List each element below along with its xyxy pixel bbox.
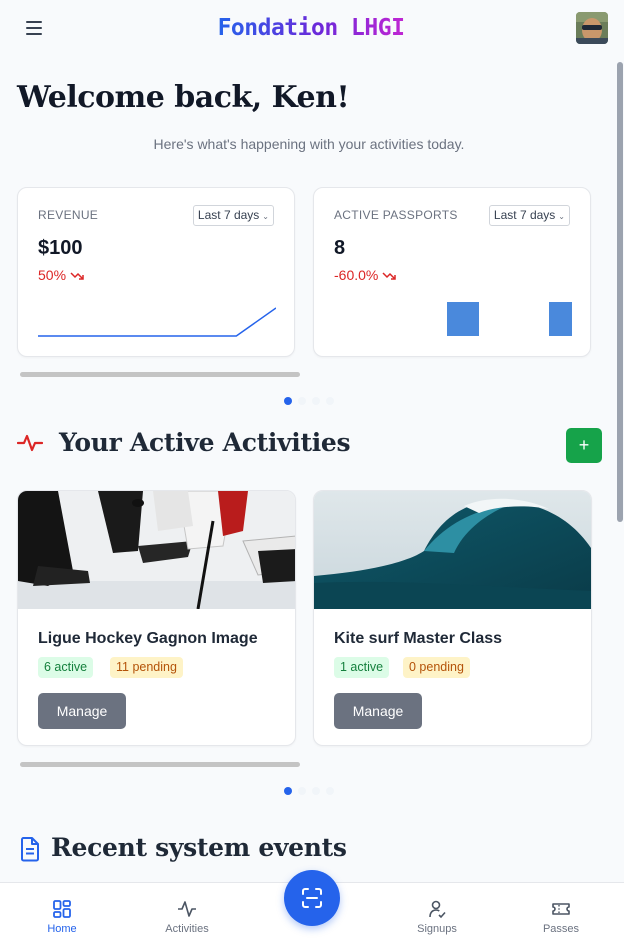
period-select[interactable]: Last 7 days ⌄: [192, 205, 274, 226]
passports-card: ACTIVE PASSPORTS Last 7 days ⌄ 8 -60.0%: [313, 187, 591, 357]
revenue-line-chart: [38, 307, 276, 337]
section-title-events: Recent system events: [51, 833, 347, 862]
qr-scan-icon: [302, 888, 322, 908]
stat-value: $100: [38, 237, 83, 259]
passports-bar-chart: [447, 302, 572, 336]
active-badge: 1 active: [334, 657, 390, 678]
hamburger-menu-icon[interactable]: [26, 18, 46, 38]
carousel-dot[interactable]: [326, 787, 334, 795]
nav-label: Passes: [542, 923, 580, 935]
chevron-down-icon: ⌄: [262, 212, 269, 221]
hockey-image: [18, 491, 295, 609]
add-activity-button[interactable]: +: [566, 428, 602, 463]
carousel-dot[interactable]: [312, 397, 320, 405]
trend-down-icon: [382, 272, 396, 281]
top-bar: Fondation LHGI: [0, 0, 624, 56]
page-title: Welcome back, Ken!: [17, 80, 350, 115]
nav-label: Signups: [417, 923, 457, 935]
stat-value: 8: [334, 237, 346, 259]
trend-down-icon: [70, 272, 84, 281]
carousel-dot[interactable]: [326, 397, 334, 405]
wave-image: [314, 491, 591, 609]
nav-passes[interactable]: Passes: [521, 899, 601, 935]
stat-change: 50%: [38, 267, 84, 283]
scan-button[interactable]: [284, 870, 340, 926]
avatar[interactable]: [576, 12, 608, 44]
stats-carousel-scrollbar[interactable]: [20, 372, 300, 377]
stat-label: REVENUE: [38, 208, 99, 222]
nav-home[interactable]: Home: [22, 899, 102, 935]
dashboard-grid-icon: [53, 900, 71, 918]
activities-carousel-dots[interactable]: [0, 787, 618, 795]
nav-label: Activities: [165, 923, 209, 935]
ticket-icon: [552, 903, 570, 915]
stat-label: ACTIVE PASSPORTS: [334, 208, 458, 222]
passport-bar: [549, 302, 572, 336]
document-icon: [21, 837, 39, 862]
carousel-dot[interactable]: [298, 397, 306, 405]
activity-title: Ligue Hockey Gagnon Image: [38, 630, 258, 647]
carousel-dot[interactable]: [284, 397, 292, 405]
stats-carousel-dots[interactable]: [0, 397, 618, 405]
revenue-line: [38, 307, 276, 337]
section-title-activities: Your Active Activities: [59, 428, 351, 457]
manage-button[interactable]: Manage: [334, 693, 422, 729]
page-scrollbar[interactable]: [617, 62, 623, 522]
period-select[interactable]: Last 7 days ⌄: [488, 205, 570, 226]
brand-logo[interactable]: Fondation LHGI: [218, 15, 405, 41]
carousel-dot[interactable]: [312, 787, 320, 795]
pending-badge: 0 pending: [403, 657, 470, 678]
activities-carousel-scrollbar[interactable]: [20, 762, 300, 767]
revenue-card: REVENUE Last 7 days ⌄ $100 50%: [17, 187, 295, 357]
activity-card: Ligue Hockey Gagnon Image 6 active 11 pe…: [17, 490, 296, 746]
carousel-dot[interactable]: [298, 787, 306, 795]
activity-card: Kite surf Master Class 1 active 0 pendin…: [313, 490, 592, 746]
manage-button[interactable]: Manage: [38, 693, 126, 729]
nav-activities[interactable]: Activities: [147, 899, 227, 935]
active-badge: 6 active: [38, 657, 94, 678]
chevron-down-icon: ⌄: [558, 212, 565, 221]
activity-pulse-icon: [17, 434, 43, 452]
nav-label: Home: [47, 923, 77, 935]
activity-title: Kite surf Master Class: [334, 630, 503, 647]
activity-pulse-icon: [178, 901, 196, 917]
passport-bar: [447, 302, 479, 336]
nav-signups[interactable]: Signups: [397, 899, 477, 935]
stat-change: -60.0%: [334, 267, 396, 283]
page-subtitle: Here's what's happening with your activi…: [153, 136, 465, 152]
user-check-icon: [429, 900, 446, 919]
carousel-dot[interactable]: [284, 787, 292, 795]
pending-badge: 11 pending: [110, 657, 183, 678]
